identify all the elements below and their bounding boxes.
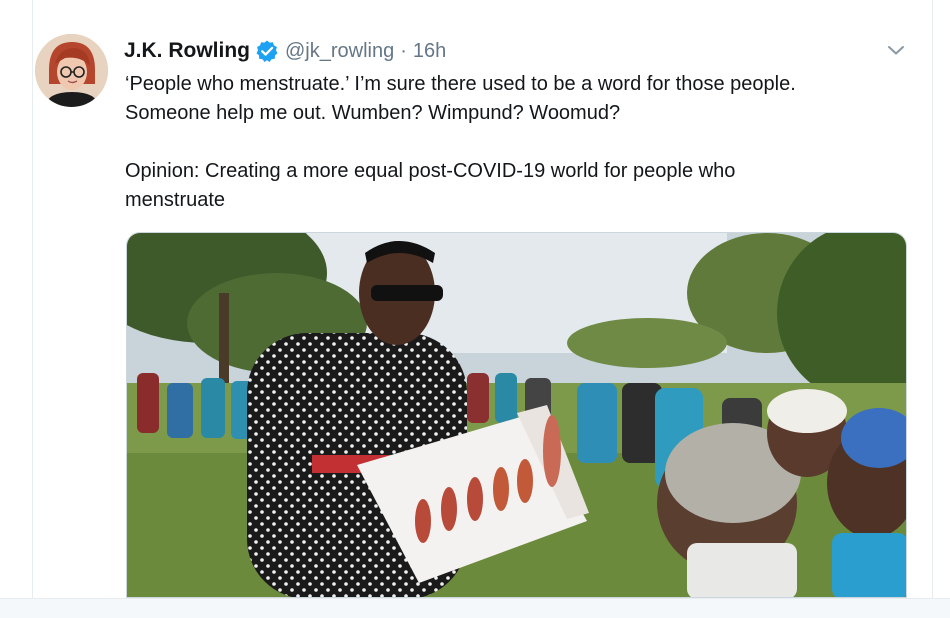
photo-outdoor-meeting-image <box>127 233 906 597</box>
timeline-border-right <box>932 0 933 600</box>
tweet-text-line: ‘People who menstruate.’ I’m sure there … <box>125 73 796 95</box>
next-tweet-edge <box>0 598 950 618</box>
tweet-media-photo[interactable] <box>126 232 907 598</box>
tweet-header: J.K. Rowling @jk_rowling · 16h <box>124 37 446 65</box>
tweet-text-line: Opinion: Creating a more equal post-COVI… <box>125 160 736 182</box>
verified-badge-icon <box>255 39 279 63</box>
author-name[interactable]: J.K. Rowling <box>124 39 250 63</box>
meta-separator: · <box>400 39 407 62</box>
tweet-text-line: menstruate <box>125 189 226 211</box>
avatar-portrait-image <box>35 34 108 107</box>
tweet-text-line: Someone help me out. Wumben? Wimpund? Wo… <box>125 102 621 124</box>
timeline-border-left <box>32 0 33 600</box>
chevron-down-icon[interactable] <box>884 38 908 62</box>
tweet-timestamp[interactable]: 16h <box>413 40 446 63</box>
tweet-body: ‘People who menstruate.’ I’m sure there … <box>125 70 915 215</box>
author-avatar[interactable] <box>35 34 108 107</box>
author-handle[interactable]: @jk_rowling <box>285 40 394 63</box>
